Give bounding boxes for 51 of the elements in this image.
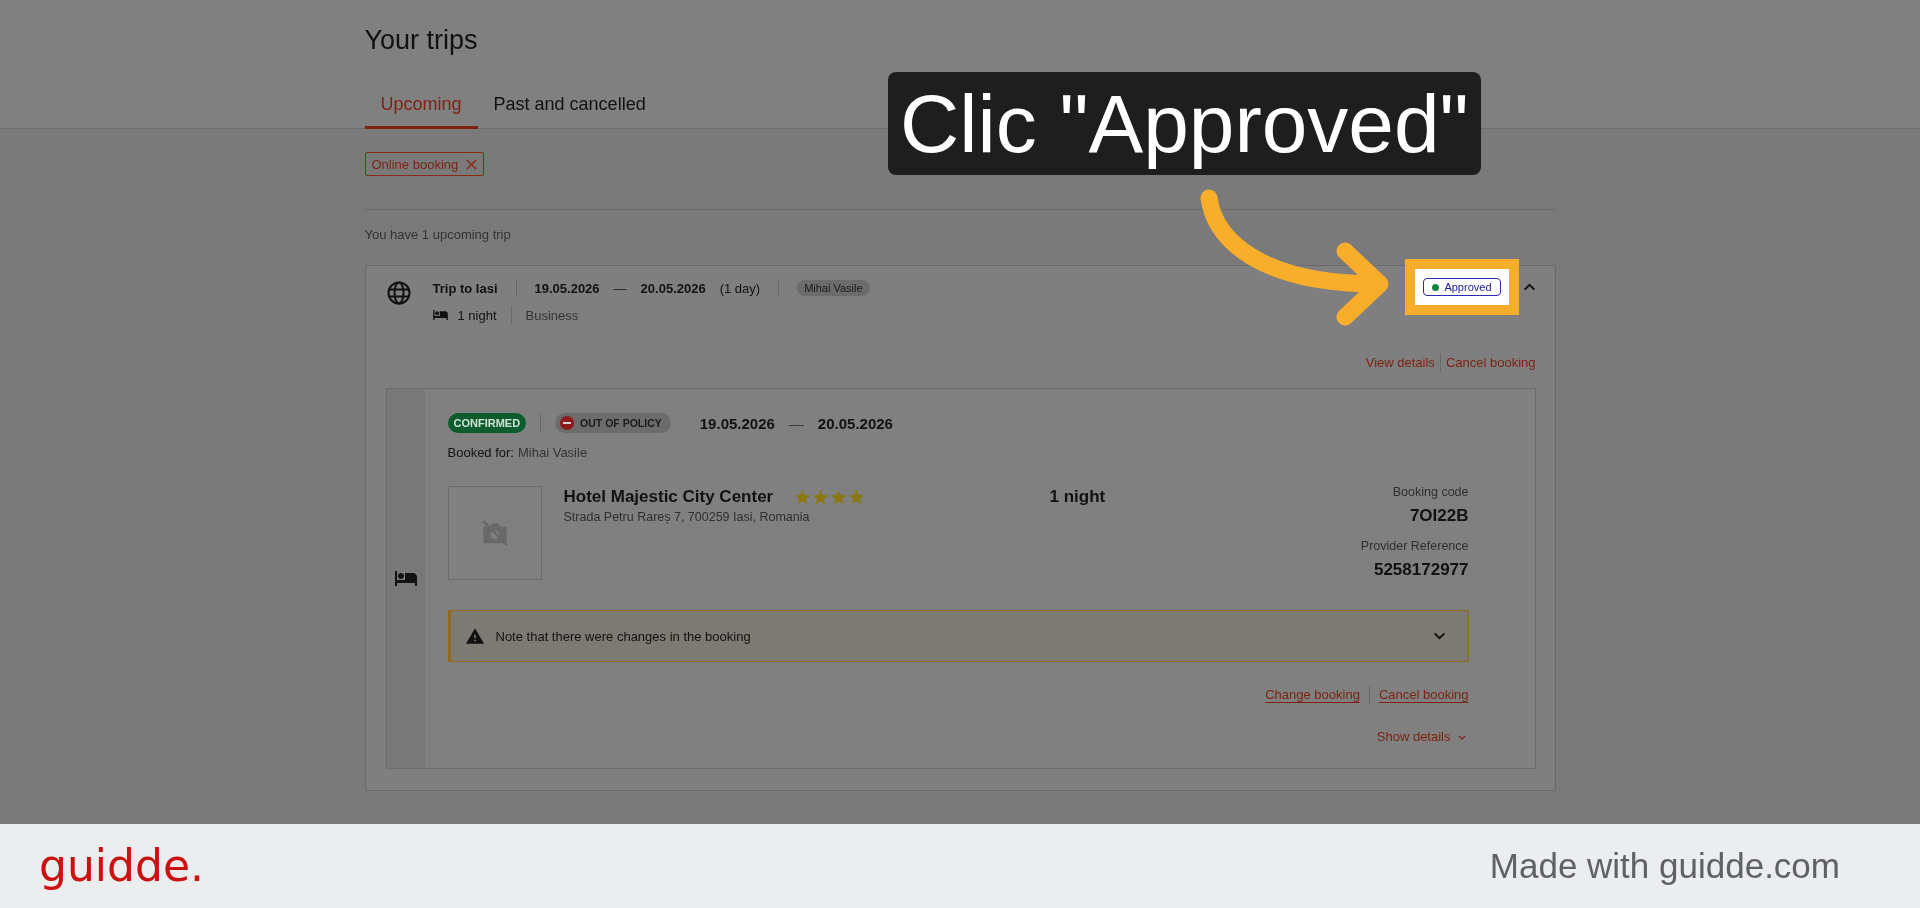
booked-for-name: Mihai Vasile <box>518 445 588 461</box>
callout-banner: Clic "Approved" <box>888 72 1481 175</box>
tab[interactable]: Upcoming <box>364 89 478 129</box>
booked-for-label: Booked for: <box>447 445 514 461</box>
booking-nights: 1 night <box>1049 486 1107 508</box>
filter-chip[interactable]: Online booking <box>364 152 485 176</box>
hotel-address: Strada Petru Rareș 7, 700259 Iasi, Romania <box>563 509 811 526</box>
booking-end-date: 20.05.2026 <box>817 414 893 432</box>
warning-icon <box>465 628 484 644</box>
cancel-booking-link[interactable]: Cancel booking <box>1378 686 1469 704</box>
notice-text: Note that there were changes in the booking <box>495 628 752 644</box>
hotel-name: Hotel Majestic City Center <box>563 487 774 507</box>
tab[interactable]: Past and cancelled <box>477 89 662 129</box>
change-booking-link[interactable]: Change booking <box>1265 686 1360 704</box>
trip-duration: (1 day) <box>719 280 761 296</box>
date-separator: — <box>788 414 804 432</box>
chevron-up-icon[interactable] <box>1522 283 1536 291</box>
trip-title: Trip to Iasi <box>432 280 498 296</box>
page-title: Your trips <box>364 24 478 56</box>
star-icon <box>849 490 865 504</box>
policy-label: OUT OF POLICY <box>580 417 662 429</box>
bed-icon <box>394 571 417 586</box>
booking-code-value: 7OI22B <box>1409 505 1469 527</box>
view-details-link[interactable]: View details <box>1365 354 1435 372</box>
booking-start-date: 19.05.2026 <box>699 414 775 432</box>
trip-start-date: 19.05.2026 <box>534 280 600 296</box>
logo-text: guidde. <box>39 841 204 891</box>
status-dot-icon <box>1432 283 1440 291</box>
trip-end-date: 20.05.2026 <box>640 280 706 296</box>
traveler-chip: Mihai Vasile <box>797 280 870 296</box>
trip-nights: 1 night <box>457 307 497 323</box>
chevron-down-icon <box>1457 734 1466 740</box>
date-separator: — <box>613 280 627 296</box>
no-entry-icon <box>560 416 575 430</box>
booking-code-label: Booking code <box>1392 484 1469 500</box>
credit-text: Made with guidde.com <box>1489 846 1840 886</box>
camera-off-icon <box>480 519 509 547</box>
show-details-link[interactable]: Show details <box>1376 728 1466 746</box>
status-badge[interactable]: Approved <box>1423 278 1501 296</box>
cancel-booking-link[interactable]: Cancel booking <box>1445 354 1536 372</box>
globe-icon <box>386 281 411 305</box>
notice-banner[interactable]: Note that there were changes in the booking <box>447 610 1469 662</box>
provider-reference-label: Provider Reference <box>1360 538 1469 554</box>
trip-purpose: Business <box>525 307 579 323</box>
bed-icon <box>432 310 448 320</box>
star-icon <box>795 490 811 504</box>
provider-reference-value: 5258172977 <box>1373 559 1469 581</box>
status-pill: CONFIRMED <box>447 413 527 433</box>
star-icon <box>831 490 847 504</box>
star-icon <box>813 490 829 504</box>
trip-count-text: You have 1 upcoming trip <box>364 227 511 243</box>
